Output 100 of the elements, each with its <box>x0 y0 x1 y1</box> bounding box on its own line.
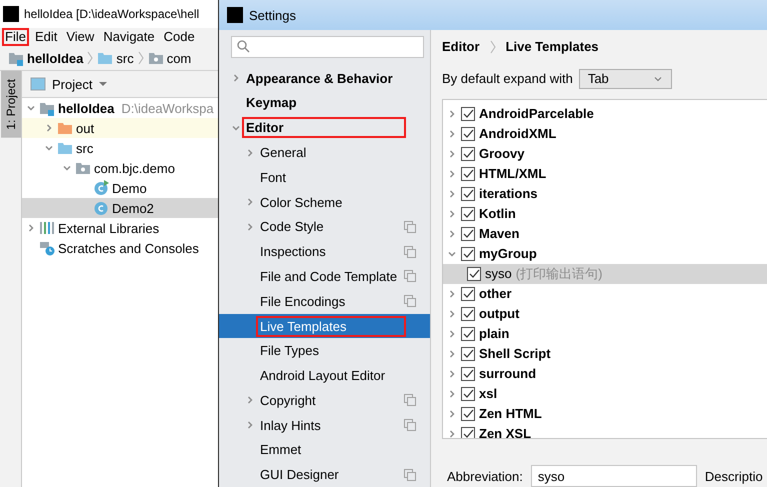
tree-item-label: src <box>76 140 94 156</box>
abbreviation-field[interactable]: syso <box>530 465 697 487</box>
template-row[interactable]: plain <box>443 324 767 344</box>
template-row[interactable]: Groovy <box>443 144 767 164</box>
settings-nav-item[interactable]: General <box>219 140 430 165</box>
template-row[interactable]: syso (打印输出语句) <box>443 264 767 284</box>
template-row[interactable]: surround <box>443 364 767 384</box>
template-label: AndroidParcelable <box>479 106 594 122</box>
tree-row[interactable]: com.bjc.demo <box>22 158 218 178</box>
breadcrumb-item[interactable]: helloIdea <box>27 50 84 66</box>
template-label: syso <box>485 266 512 282</box>
project-path: D:\ideaWorkspa <box>121 100 214 116</box>
tree-row[interactable]: Demo <box>22 178 218 198</box>
expand-key-dropdown[interactable]: Tab <box>578 68 672 89</box>
nav-item-label: Font <box>259 168 288 187</box>
template-label: output <box>479 306 520 322</box>
template-label: Shell Script <box>479 346 551 362</box>
settings-nav-item[interactable]: Android Layout Editor <box>219 363 430 388</box>
template-row[interactable]: Zen HTML <box>443 404 767 424</box>
settings-nav-item[interactable]: Live Templates <box>219 314 430 338</box>
template-row[interactable]: output <box>443 304 767 324</box>
template-row[interactable]: Kotlin <box>443 204 767 224</box>
settings-nav-item[interactable]: Emmet <box>219 438 430 462</box>
dropdown-arrow-icon[interactable] <box>98 79 108 89</box>
project-tool-tab[interactable]: 1: Project <box>0 71 20 138</box>
template-row[interactable]: Zen XSL <box>443 424 767 438</box>
settings-nav-item[interactable]: Appearance & Behavior <box>219 66 430 91</box>
template-row[interactable]: HTML/XML <box>443 164 767 184</box>
checkbox[interactable] <box>467 266 481 281</box>
checkbox[interactable] <box>461 106 475 121</box>
settings-nav-item[interactable]: File Encodings <box>219 288 430 314</box>
template-label: Kotlin <box>479 206 516 222</box>
nav-item-label: Appearance & Behavior <box>245 70 394 88</box>
project-scope-icon <box>404 246 416 258</box>
menu-item[interactable]: View <box>63 28 98 46</box>
window-title: helloIdea [D:\ideaWorkspace\hell <box>24 7 200 21</box>
tree-row[interactable]: out <box>22 118 218 138</box>
template-row[interactable]: AndroidXML <box>443 124 767 144</box>
nav-item-label: Code Style <box>259 218 325 236</box>
project-scope-icon <box>404 468 416 481</box>
template-label: Zen XSL <box>479 426 532 438</box>
menu-item[interactable]: File <box>2 28 29 46</box>
menu-item[interactable]: Navigate <box>100 28 158 46</box>
checkbox[interactable] <box>461 166 475 181</box>
settings-nav-item[interactable]: File Types <box>219 338 430 364</box>
template-row[interactable]: iterations <box>443 184 767 204</box>
checkbox[interactable] <box>461 426 475 438</box>
template-row[interactable]: AndroidParcelable <box>443 104 767 124</box>
checkbox[interactable] <box>461 246 475 261</box>
menu-item[interactable]: Code <box>160 28 198 46</box>
breadcrumb-item[interactable]: src <box>116 50 134 66</box>
tree-row[interactable]: External Libraries <box>22 218 218 238</box>
checkbox[interactable] <box>461 406 475 421</box>
tree-row[interactable]: helloIdea D:\ideaWorkspa <box>22 98 218 118</box>
settings-nav-item[interactable]: Copyright <box>219 388 430 413</box>
settings-nav-item[interactable]: Code Style <box>219 214 430 240</box>
checkbox[interactable] <box>461 326 475 341</box>
checkbox[interactable] <box>461 366 475 381</box>
scratches-icon <box>39 240 55 256</box>
menu-item[interactable]: Edit <box>32 28 60 46</box>
template-description: (打印输出语句) <box>516 264 602 283</box>
checkbox[interactable] <box>461 146 475 161</box>
template-row[interactable]: Maven <box>443 224 767 244</box>
settings-nav-item[interactable]: Font <box>219 164 430 190</box>
checkbox[interactable] <box>461 286 475 301</box>
tree-item-label: Demo2 <box>112 200 154 216</box>
abbreviation-label: Abbreviation: <box>447 468 523 484</box>
breadcrumb-item[interactable]: com <box>166 50 192 66</box>
template-label: xsl <box>479 386 498 402</box>
settings-nav-item[interactable]: Editor <box>219 115 430 140</box>
breadcrumb-item: Editor <box>442 39 480 54</box>
settings-nav-item[interactable]: Inspections <box>219 239 430 264</box>
checkbox[interactable] <box>461 126 475 141</box>
settings-nav-item[interactable]: Inlay Hints <box>219 412 430 438</box>
panel-title[interactable]: Project <box>52 76 92 92</box>
chevron-icon <box>490 40 496 54</box>
checkbox[interactable] <box>461 306 475 321</box>
template-row[interactable]: myGroup <box>443 244 767 264</box>
nav-item-label: Copyright <box>259 392 317 410</box>
settings-nav-item[interactable]: GUI Designer <box>219 462 430 487</box>
tree-item-label: Demo <box>112 180 147 196</box>
settings-nav-item[interactable]: Color Scheme <box>219 190 430 214</box>
folder-icon <box>97 50 114 66</box>
template-row[interactable]: other <box>443 284 767 304</box>
package-folder-icon <box>75 160 91 176</box>
checkbox[interactable] <box>461 206 475 221</box>
tree-row[interactable]: src <box>22 138 218 158</box>
checkbox[interactable] <box>461 226 475 241</box>
tree-row[interactable]: Demo2 <box>22 198 218 218</box>
search-field[interactable] <box>231 36 424 58</box>
nav-item-label: Android Layout Editor <box>259 367 386 386</box>
settings-nav-item[interactable]: Keymap <box>219 90 430 116</box>
checkbox[interactable] <box>461 386 475 401</box>
settings-nav-item[interactable]: File and Code Template <box>219 264 430 289</box>
template-label: plain <box>479 326 510 342</box>
checkbox[interactable] <box>461 346 475 361</box>
template-row[interactable]: xsl <box>443 384 767 404</box>
tree-row[interactable]: Scratches and Consoles <box>22 238 218 258</box>
checkbox[interactable] <box>461 186 475 201</box>
template-row[interactable]: Shell Script <box>443 344 767 364</box>
